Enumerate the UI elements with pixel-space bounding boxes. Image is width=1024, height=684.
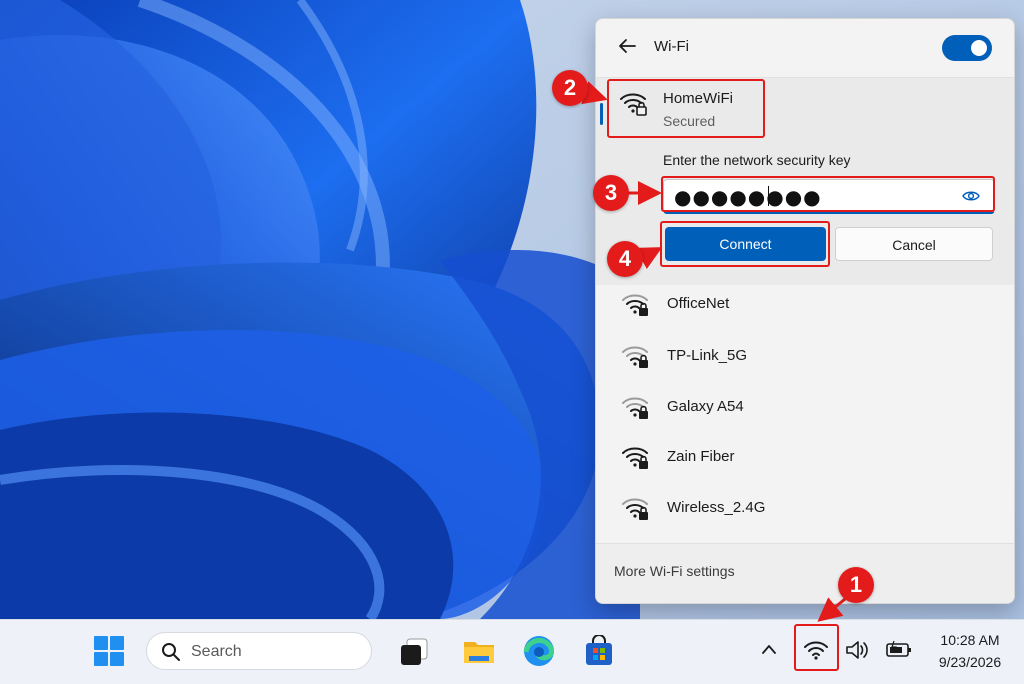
windows-start-icon[interactable]: [93, 635, 125, 667]
wifi-secured-icon: [622, 346, 648, 368]
clock-time[interactable]: 10:28 AM: [930, 632, 1010, 648]
flyout-title: Wi-Fi: [654, 38, 689, 55]
highlight-wifi-icon: [794, 624, 839, 671]
network-item[interactable]: OfficeNet: [596, 280, 1014, 328]
wifi-secured-icon: [622, 447, 648, 469]
flyout-header: Wi-Fi: [596, 19, 1014, 77]
step-badge-4: 4: [607, 241, 643, 277]
task-view-icon[interactable]: [398, 636, 430, 668]
battery-icon[interactable]: [885, 640, 913, 660]
chevron-up-icon[interactable]: [760, 642, 778, 656]
network-name: Zain Fiber: [667, 448, 735, 465]
security-key-label: Enter the network security key: [663, 152, 851, 168]
network-item[interactable]: Galaxy A54: [596, 383, 1014, 431]
network-item[interactable]: Wireless_2.4G: [596, 484, 1014, 532]
network-item[interactable]: TP-Link_5G: [596, 332, 1014, 380]
search-icon: [162, 643, 180, 661]
network-name: OfficeNet: [667, 295, 730, 312]
highlight-connect-button: [660, 221, 830, 267]
taskbar: Search 10:28 AM 9/23/2026: [0, 619, 1024, 684]
taskbar-search-box[interactable]: Search: [146, 632, 372, 670]
step-badge-2: 2: [552, 70, 588, 106]
step-badge-1: 1: [838, 567, 874, 603]
search-placeholder: Search: [191, 643, 242, 660]
speaker-icon[interactable]: [844, 638, 872, 662]
file-explorer-icon[interactable]: [462, 634, 496, 668]
cancel-button[interactable]: Cancel: [835, 227, 993, 261]
wifi-secured-icon: [622, 397, 648, 419]
flyout-footer: More Wi-Fi settings: [596, 544, 1014, 603]
highlight-homewifi: [607, 79, 765, 138]
step-badge-3: 3: [593, 175, 629, 211]
network-name: TP-Link_5G: [667, 347, 748, 364]
store-icon[interactable]: [583, 635, 615, 667]
network-name: Galaxy A54: [667, 398, 744, 415]
wifi-toggle[interactable]: [942, 35, 992, 61]
wifi-secured-icon: [622, 294, 648, 316]
more-wifi-settings-link[interactable]: More Wi-Fi settings: [614, 563, 735, 579]
edge-icon[interactable]: [522, 634, 556, 668]
highlight-password-field: [661, 176, 995, 212]
network-name: Wireless_2.4G: [667, 499, 766, 516]
clock-date[interactable]: 9/23/2026: [930, 654, 1010, 670]
toggle-knob: [971, 40, 987, 56]
selection-accent: [600, 103, 603, 125]
wifi-secured-icon: [622, 498, 648, 520]
network-item[interactable]: Zain Fiber: [596, 433, 1014, 481]
back-arrow-icon[interactable]: [616, 35, 638, 57]
